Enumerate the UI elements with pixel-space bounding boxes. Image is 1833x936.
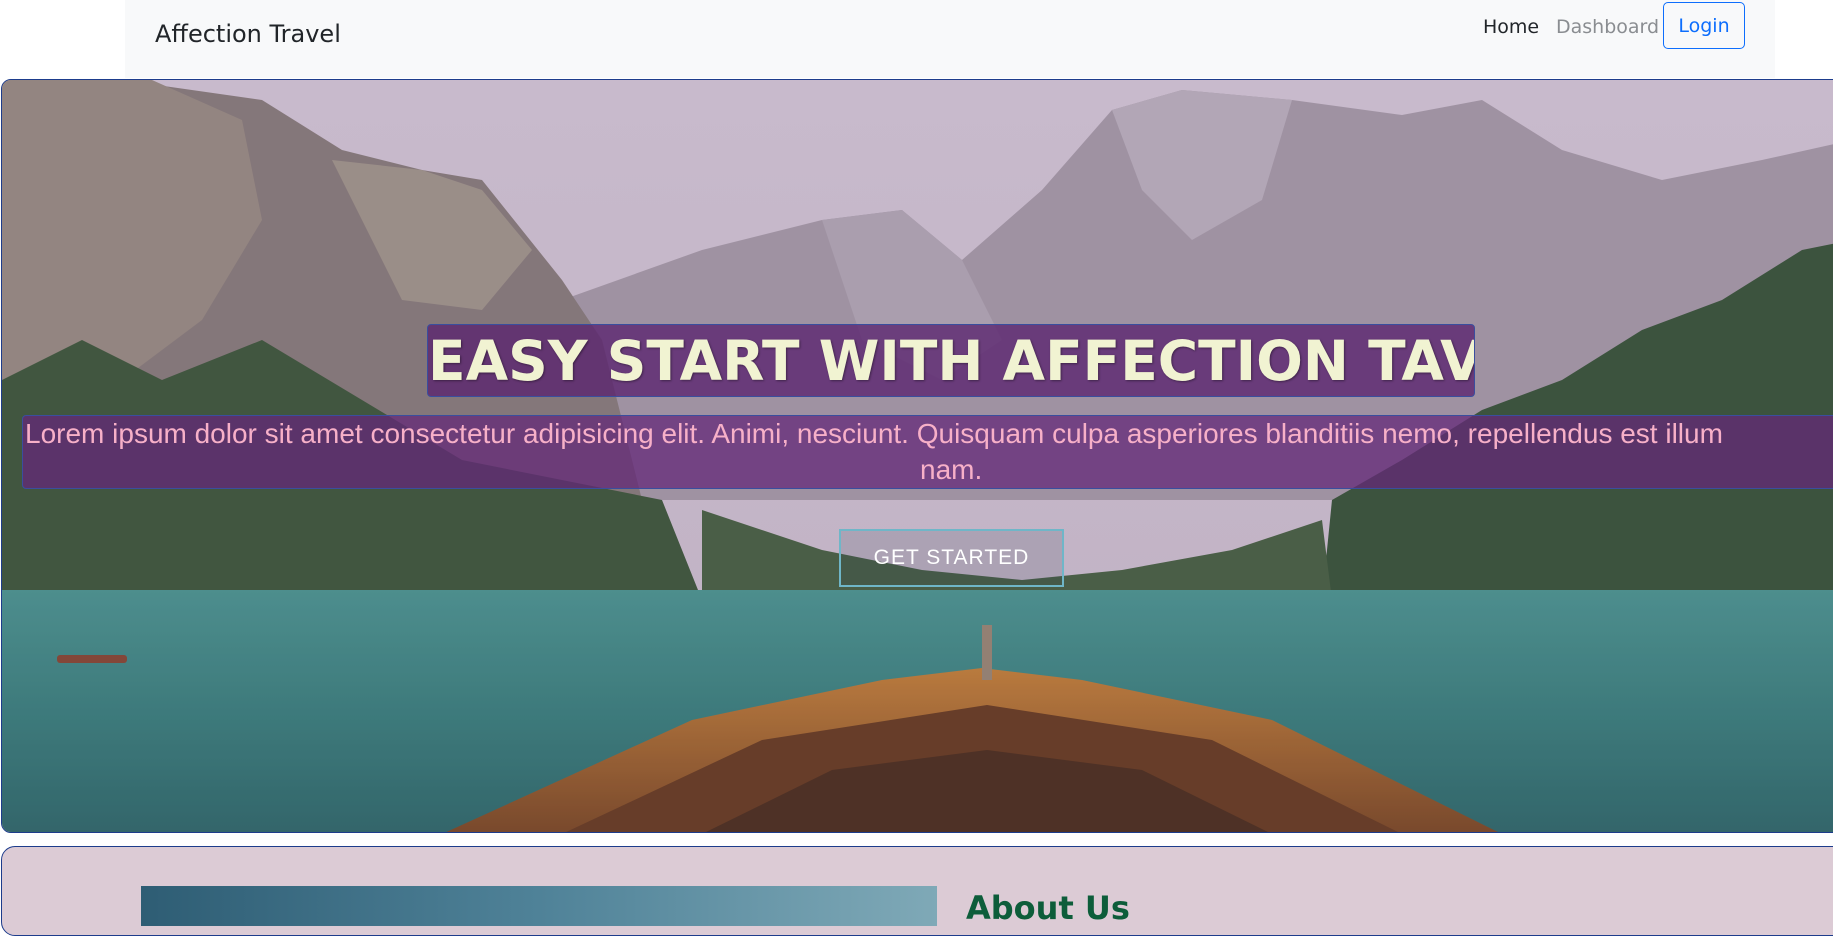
hero-subtitle-line1: Lorem ipsum dolor sit amet consectetur a… bbox=[25, 418, 1723, 449]
top-navbar: Affection Travel Home Dashboard Login bbox=[125, 0, 1775, 78]
nav-link-home[interactable]: Home bbox=[1483, 16, 1539, 38]
about-section: About Us bbox=[1, 846, 1833, 936]
hero-title: EASY START WITH AFFECTION TAVEL bbox=[427, 324, 1475, 397]
hero-subtitle: Lorem ipsum dolor sit amet consectetur a… bbox=[22, 415, 1833, 489]
nav-link-dashboard[interactable]: Dashboard bbox=[1556, 16, 1659, 38]
get-started-button[interactable]: GET STARTED bbox=[839, 529, 1064, 587]
navbar-brand[interactable]: Affection Travel bbox=[155, 20, 341, 48]
about-title: About Us bbox=[966, 889, 1130, 927]
about-image bbox=[141, 886, 937, 926]
login-button[interactable]: Login bbox=[1663, 2, 1745, 49]
hero-section: EASY START WITH AFFECTION TAVEL Lorem ip… bbox=[1, 79, 1833, 833]
hero-subtitle-line2: nam. bbox=[920, 454, 983, 485]
